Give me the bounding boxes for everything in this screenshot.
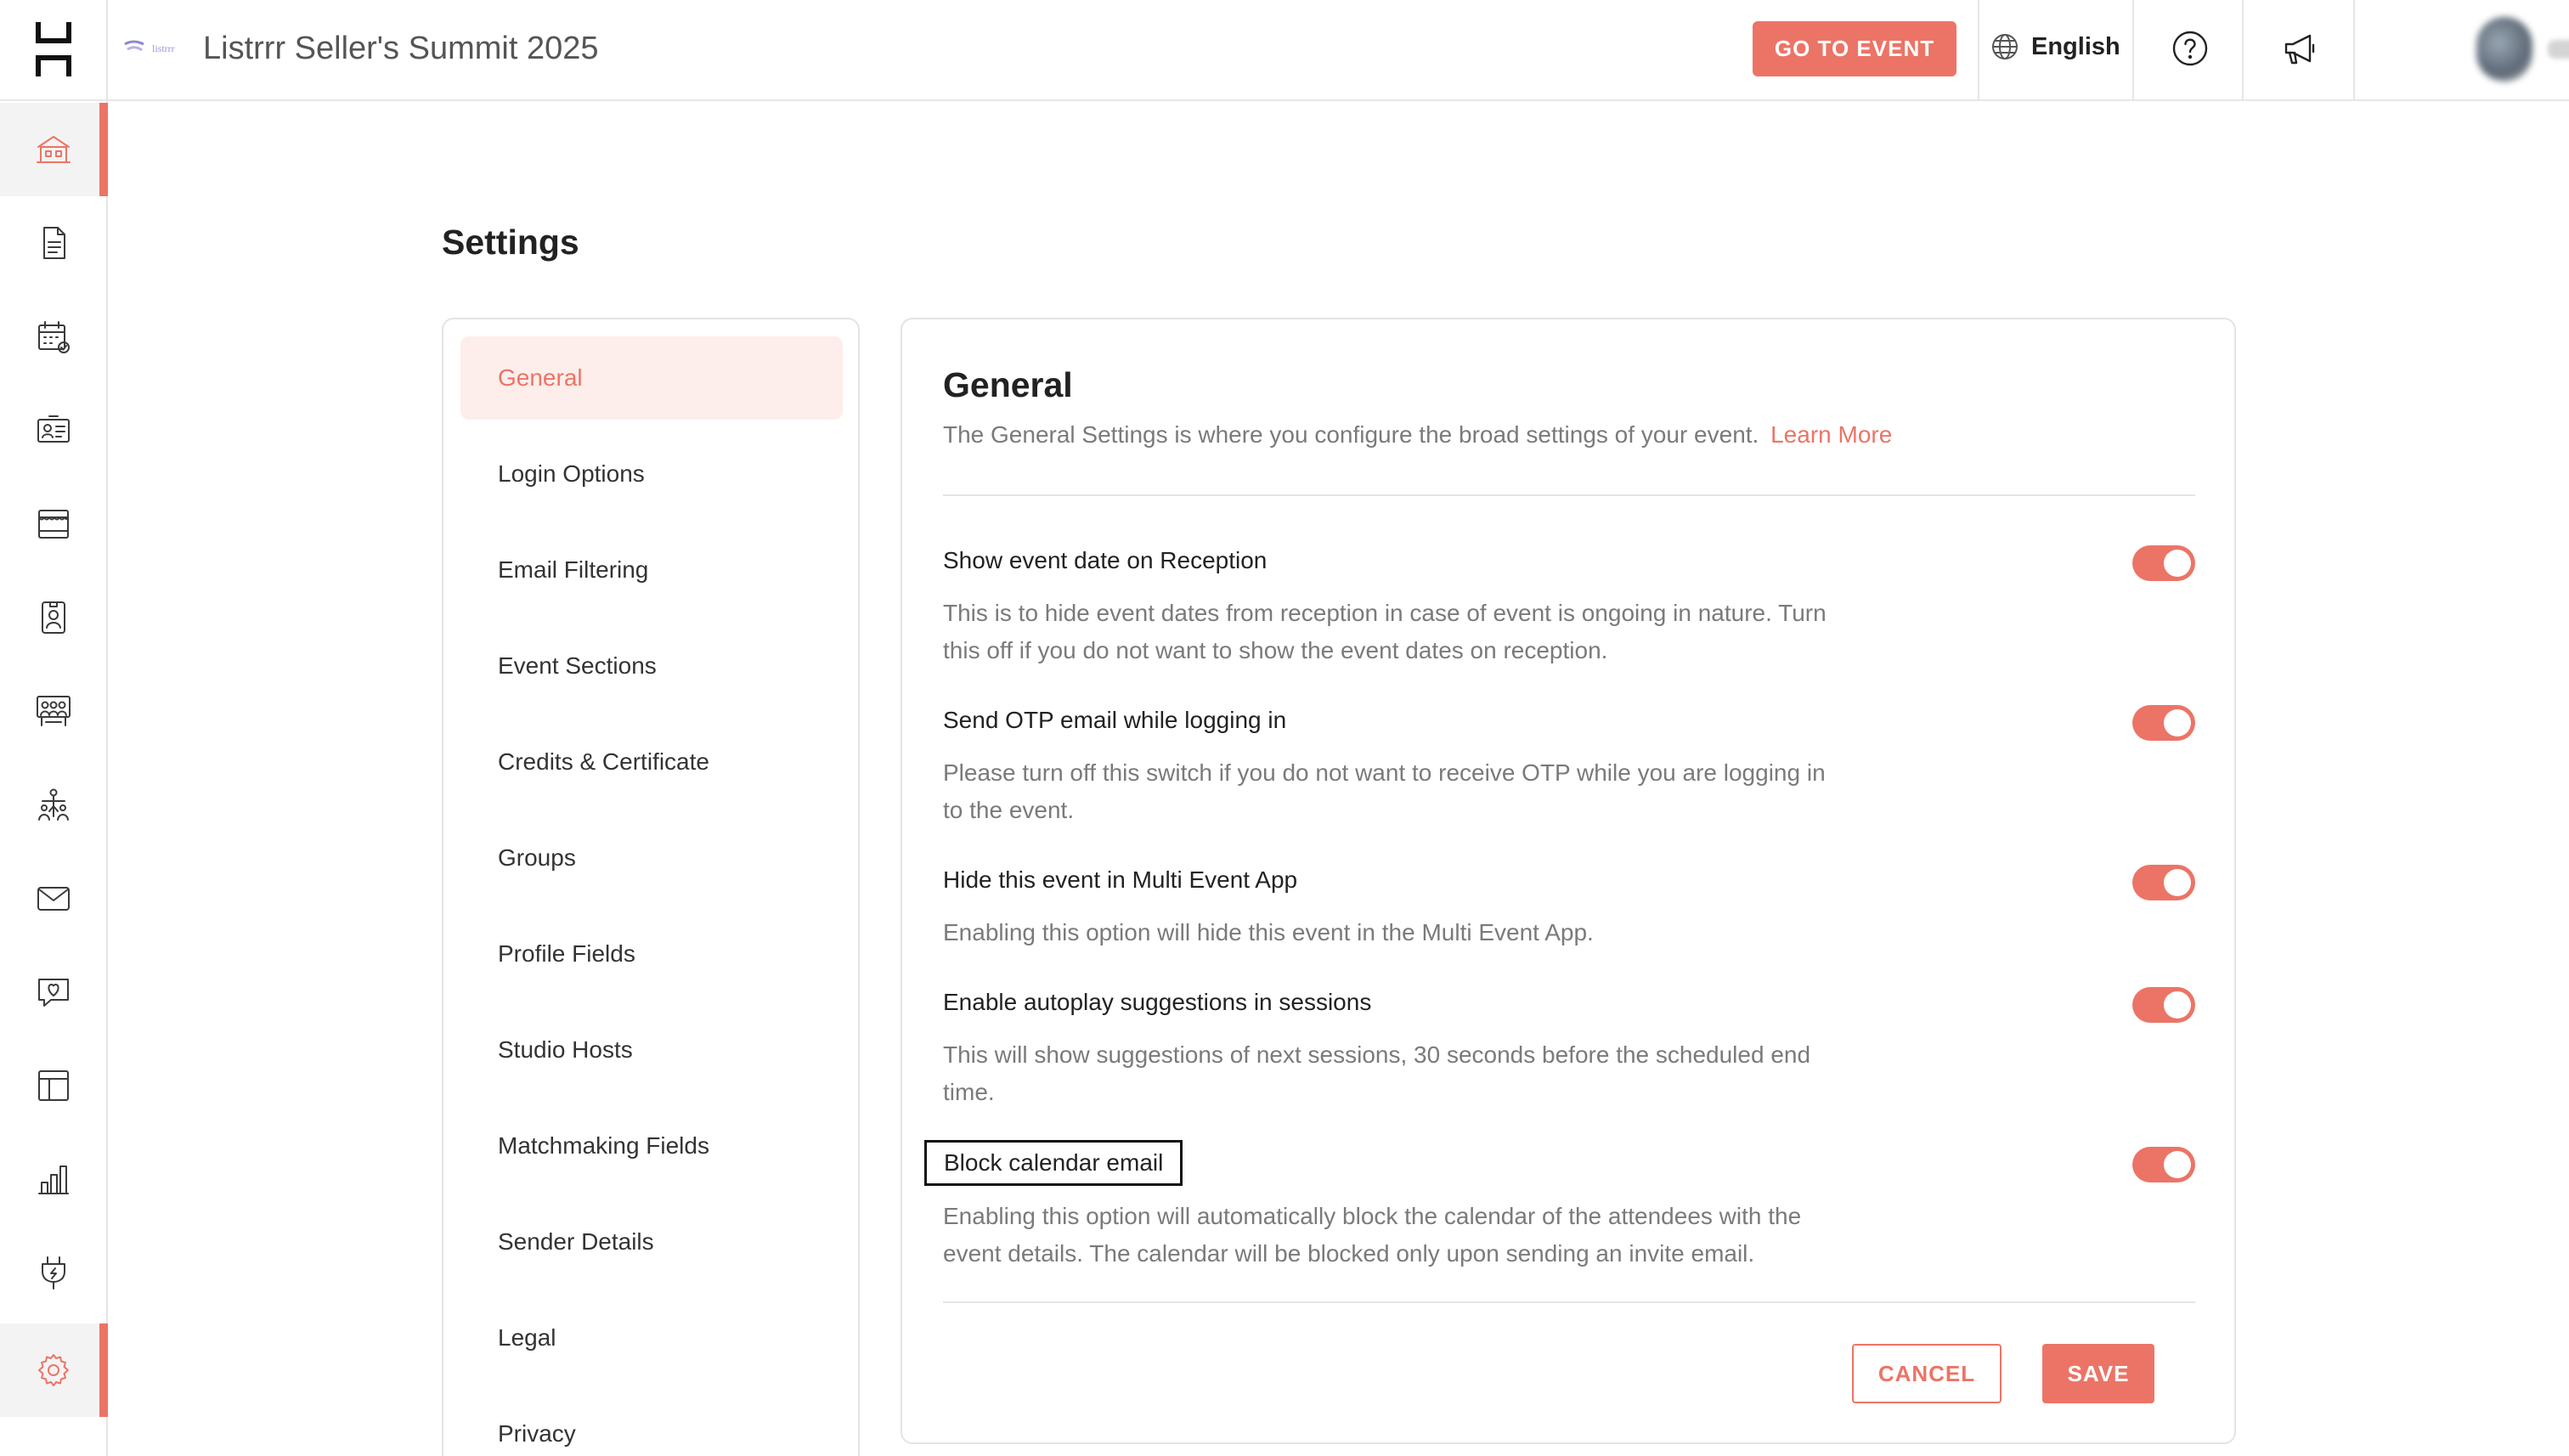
left-rail	[0, 0, 108, 1456]
lounge-icon	[36, 696, 71, 726]
rail-badges[interactable]	[0, 571, 106, 664]
analytics-icon	[37, 1165, 69, 1194]
layout-icon	[37, 1070, 69, 1101]
setting-title: Hide this event in Multi Event App	[943, 866, 1298, 893]
setting-title: Send OTP email while logging in	[943, 707, 1287, 733]
rail-integrations[interactable]	[0, 1226, 106, 1319]
section-description: The General Settings is where you config…	[943, 421, 1892, 449]
setting-send-otp: Send OTP email while logging in Please t…	[943, 705, 2195, 829]
settings-nav-groups[interactable]: Groups	[460, 816, 843, 900]
language-selector[interactable]: English	[1990, 32, 2120, 61]
rail-lounge[interactable]	[0, 664, 106, 758]
topbar-divider	[1978, 0, 1979, 99]
settings-nav-general[interactable]: General	[460, 336, 843, 420]
setting-description: This will show suggestions of next sessi…	[943, 1041, 1811, 1105]
settings-nav-email-filtering[interactable]: Email Filtering	[460, 528, 843, 612]
setting-block-calendar-email: Block calendar email Enabling this optio…	[924, 1140, 2195, 1273]
setting-title: Enable autoplay suggestions in sessions	[943, 989, 1372, 1015]
toggle-hide-multi-event[interactable]	[2132, 865, 2195, 900]
setting-title: Block calendar email	[924, 1140, 1183, 1186]
document-icon	[42, 227, 65, 259]
setting-description: Enabling this option will hide this even…	[943, 919, 1594, 945]
event-logo: listrrr	[123, 39, 175, 58]
booth-icon	[37, 510, 69, 539]
rail-agenda[interactable]	[0, 291, 106, 384]
calendar-icon	[37, 321, 70, 353]
learn-more-link[interactable]: Learn More	[1770, 421, 1892, 448]
settings-nav-event-sections[interactable]: Event Sections	[460, 624, 843, 708]
user-name-blurred	[2548, 40, 2569, 59]
language-label: English	[2031, 32, 2120, 60]
rail-booths[interactable]	[0, 477, 106, 571]
settings-nav: General Login Options Email Filtering Ev…	[442, 318, 860, 1456]
rail-email[interactable]	[0, 852, 106, 945]
setting-title: Show event date on Reception	[943, 547, 1268, 573]
save-button[interactable]: SAVE	[2042, 1344, 2154, 1403]
toggle-block-calendar-email[interactable]	[2132, 1147, 2195, 1182]
setting-description: This is to hide event dates from recepti…	[943, 600, 1827, 663]
settings-nav-profile-fields[interactable]: Profile Fields	[460, 912, 843, 996]
globe-icon	[1992, 34, 2018, 59]
toggle-autoplay-suggestions[interactable]	[2132, 987, 2195, 1023]
setting-hide-multi-event: Hide this event in Multi Event App Enabl…	[943, 865, 2195, 951]
rail-analytics[interactable]	[0, 1132, 106, 1226]
page-title: Settings	[442, 223, 579, 262]
rail-layout[interactable]	[0, 1039, 106, 1132]
user-menu[interactable]	[2476, 17, 2569, 82]
avatar[interactable]	[2476, 17, 2532, 82]
rail-settings[interactable]	[0, 1323, 108, 1417]
settings-nav-matchmaking[interactable]: Matchmaking Fields	[460, 1104, 843, 1188]
divider	[943, 1301, 2195, 1303]
rail-networking[interactable]	[0, 759, 106, 852]
event-title: Listrrr Seller's Summit 2025	[203, 31, 599, 66]
rail-documents[interactable]	[0, 196, 106, 290]
topbar-divider	[2242, 0, 2244, 99]
settings-nav-legal[interactable]: Legal	[460, 1296, 843, 1380]
megaphone-icon	[2284, 34, 2315, 65]
networking-icon	[37, 788, 69, 821]
go-to-event-button[interactable]: GO TO EVENT	[1753, 21, 1956, 76]
help-icon	[2172, 31, 2208, 66]
divider	[943, 494, 2195, 496]
mail-icon	[37, 887, 70, 911]
setting-autoplay-suggestions: Enable autoplay suggestions in sessions …	[943, 987, 2195, 1111]
topbar-divider	[2132, 0, 2134, 99]
toggle-send-otp[interactable]	[2132, 705, 2195, 741]
setting-description: Enabling this option will automatically …	[943, 1203, 1802, 1267]
badge-icon	[41, 601, 65, 634]
listrrr-logo-icon	[124, 40, 144, 52]
setting-show-event-date: Show event date on Reception This is to …	[943, 545, 2195, 669]
plugin-icon	[41, 1256, 65, 1290]
hubilo-logo[interactable]	[0, 0, 106, 101]
section-description-text: The General Settings is where you config…	[943, 421, 1759, 448]
rail-people[interactable]	[0, 384, 106, 477]
announcements-button[interactable]	[2281, 29, 2320, 68]
toggle-show-event-date[interactable]	[2132, 545, 2195, 581]
help-button[interactable]	[2171, 29, 2210, 68]
venue-icon	[36, 136, 71, 163]
setting-description: Please turn off this switch if you do no…	[943, 759, 1826, 823]
cancel-button[interactable]: CANCEL	[1852, 1344, 2002, 1403]
rail-engagement[interactable]	[0, 945, 106, 1039]
general-settings-card: General The General Settings is where yo…	[901, 318, 2236, 1444]
settings-icon	[37, 1354, 69, 1386]
topbar-divider	[2353, 0, 2355, 99]
rail-venue[interactable]	[0, 103, 108, 196]
settings-nav-privacy[interactable]: Privacy	[460, 1392, 843, 1456]
settings-nav-studio-hosts[interactable]: Studio Hosts	[460, 1008, 843, 1092]
section-title: General	[943, 365, 1073, 404]
id-card-icon	[37, 415, 70, 443]
settings-nav-credits[interactable]: Credits & Certificate	[460, 720, 843, 804]
listrrr-logo-text: listrrr	[152, 42, 175, 54]
engagement-icon	[37, 979, 69, 1007]
settings-nav-sender-details[interactable]: Sender Details	[460, 1200, 843, 1284]
settings-nav-login-options[interactable]: Login Options	[460, 432, 843, 516]
top-bar: listrrr Listrrr Seller's Summit 2025 GO …	[108, 0, 2569, 101]
